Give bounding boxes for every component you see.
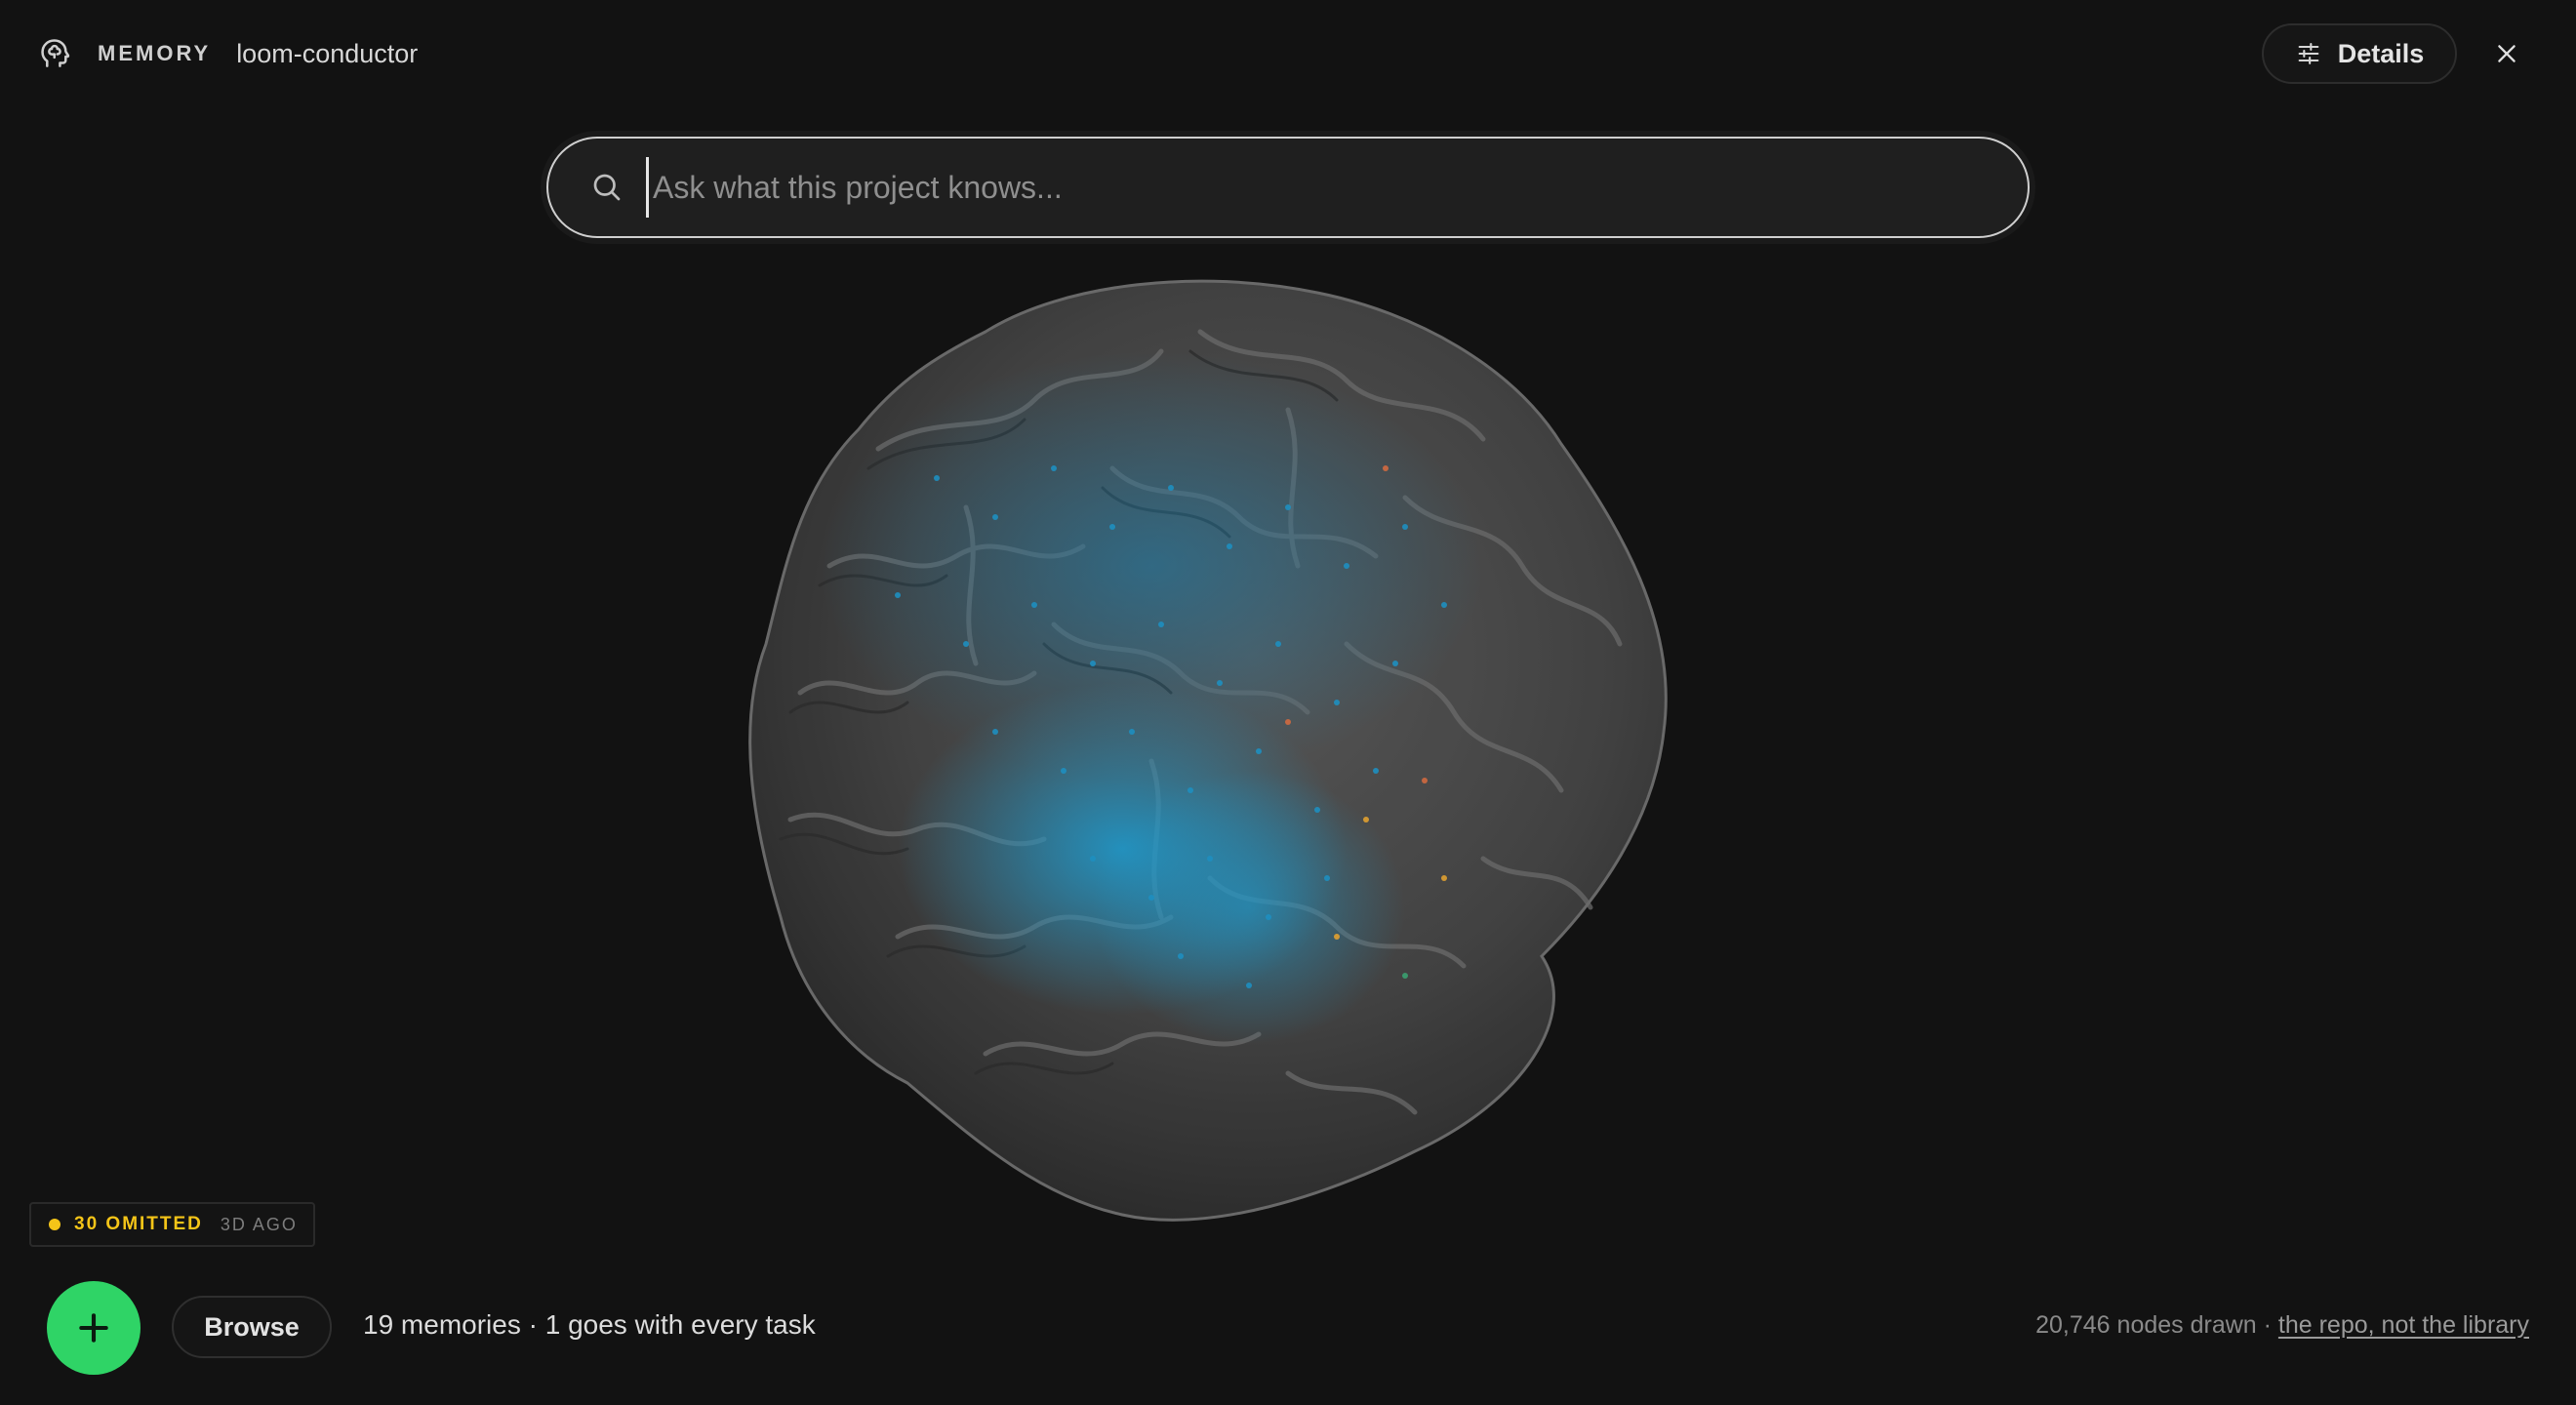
project-name: loom-conductor (236, 38, 419, 68)
brain-head-icon (37, 35, 74, 72)
scope-link[interactable]: the repo, not the library (2278, 1311, 2529, 1340)
add-memory-button[interactable] (47, 1281, 141, 1375)
omitted-time: 3D AGO (220, 1214, 298, 1234)
sliders-icon (2295, 40, 2322, 67)
memory-app: MEMORY loom-conductor Details Ask what t… (0, 0, 2576, 1405)
header-title-group: MEMORY loom-conductor (37, 35, 418, 72)
memory-summary: 19 memories · 1 goes with every task (363, 1309, 816, 1340)
search-input[interactable] (646, 157, 2028, 218)
plus-icon (79, 1313, 108, 1343)
brand-label: MEMORY (98, 41, 212, 65)
details-button[interactable]: Details (2262, 23, 2457, 84)
browse-button[interactable]: Browse (172, 1296, 332, 1358)
omitted-count: 30 OMITTED (74, 1214, 203, 1234)
close-button[interactable] (2488, 35, 2525, 72)
footer-stats: 20,746 nodes drawn · the repo, not the l… (2035, 1311, 2529, 1340)
status-dot (49, 1219, 60, 1230)
details-label: Details (2337, 38, 2425, 68)
brain-graph (748, 279, 1668, 1222)
search-bar[interactable] (546, 137, 2030, 238)
status-badge[interactable]: 30 OMITTED 3D AGO (29, 1202, 315, 1247)
brain-visualization[interactable] (742, 273, 1698, 1239)
close-icon (2498, 45, 2516, 62)
nodes-drawn-text: 20,746 nodes drawn · (2035, 1311, 2278, 1339)
search-icon (589, 170, 624, 205)
